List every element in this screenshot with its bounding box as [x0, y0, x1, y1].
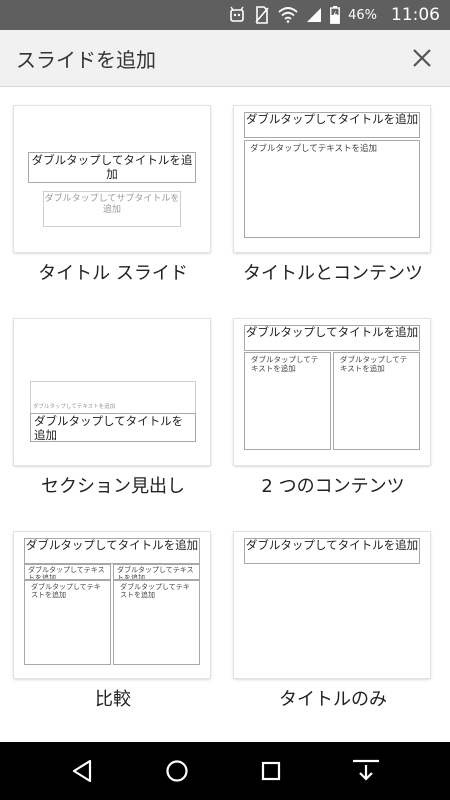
app-bar: スライドを追加 — [0, 30, 450, 87]
content-placeholder-left: ダブルタップしてテキストを追加 — [244, 352, 331, 450]
recents-button[interactable] — [251, 755, 291, 787]
heading-placeholder-right: ダブルタップしてテキストを追加 — [113, 564, 200, 580]
status-bar: 46% 11:06 — [0, 0, 450, 30]
hide-keyboard-button[interactable] — [346, 755, 386, 787]
text-placeholder: ダブルタップしてテキストを追加 — [30, 381, 196, 414]
layout-title-only[interactable]: ダブルタップしてタイトルを追加 タイトルのみ — [226, 528, 440, 740]
android-debug-icon — [228, 6, 246, 24]
title-placeholder: ダブルタップしてタイトルを追加 — [28, 152, 196, 183]
layout-thumbnail: ダブルタップしてタイトルを追加 ダブルタップしてテキストを追加 — [234, 106, 430, 252]
layout-thumbnail: ダブルタップしてタイトルを追加 ダブルタップしてテキストを追加 ダブルタップして… — [14, 532, 210, 678]
layout-label: 2 つのコンテンツ — [261, 476, 405, 497]
recents-icon — [261, 761, 281, 781]
content-placeholder: ダブルタップしてテキストを追加 — [244, 140, 420, 238]
title-placeholder: ダブルタップしてタイトルを追加 — [30, 413, 196, 442]
home-button[interactable] — [157, 755, 197, 787]
close-button[interactable] — [404, 40, 440, 76]
no-sim-icon — [254, 6, 270, 24]
battery-percent: 46% — [348, 7, 377, 23]
layout-label: セクション見出し — [41, 476, 185, 497]
navigation-bar — [0, 742, 450, 800]
back-button[interactable] — [62, 755, 102, 787]
layout-thumbnail: ダブルタップしてタイトルを追加 ダブルタップしてテキストを追加 ダブルタップして… — [234, 319, 430, 465]
close-icon — [413, 49, 431, 67]
content-placeholder-right: ダブルタップしてテキストを追加 — [333, 352, 420, 450]
subtitle-placeholder: ダブルタップしてサブタイトルを追加 — [43, 191, 181, 227]
layout-title-slide[interactable]: ダブルタップしてタイトルを追加 ダブルタップしてサブタイトルを追加 タイトル ス… — [6, 102, 220, 314]
content-placeholder-right: ダブルタップしてテキストを追加 — [113, 580, 200, 665]
clock: 11:06 — [391, 5, 440, 25]
layout-comparison[interactable]: ダブルタップしてタイトルを追加 ダブルタップしてテキストを追加 ダブルタップして… — [6, 528, 220, 740]
title-placeholder: ダブルタップしてタイトルを追加 — [24, 538, 200, 564]
layout-label: 比較 — [95, 689, 131, 710]
title-placeholder: ダブルタップしてタイトルを追加 — [244, 325, 420, 351]
home-icon — [166, 760, 188, 782]
heading-placeholder-left: ダブルタップしてテキストを追加 — [24, 564, 111, 580]
layout-section-header[interactable]: ダブルタップしてテキストを追加 ダブルタップしてタイトルを追加 セクション見出し — [6, 315, 220, 527]
layout-thumbnail: ダブルタップしてタイトルを追加 — [234, 532, 430, 678]
layout-label: タイトルのみ — [279, 689, 387, 710]
title-placeholder: ダブルタップしてタイトルを追加 — [244, 538, 420, 564]
layout-thumbnail: ダブルタップしてテキストを追加 ダブルタップしてタイトルを追加 — [14, 319, 210, 465]
keyboard-hide-icon — [353, 759, 379, 781]
wifi-icon — [278, 7, 298, 23]
signal-icon — [306, 7, 322, 23]
back-icon — [72, 759, 92, 783]
battery-charging-icon — [330, 6, 340, 24]
layout-title-and-content[interactable]: ダブルタップしてタイトルを追加 ダブルタップしてテキストを追加 タイトルとコンテ… — [226, 102, 440, 314]
status-icons: 46% 11:06 — [228, 0, 440, 30]
page-title: スライドを追加 — [16, 48, 156, 72]
title-placeholder: ダブルタップしてタイトルを追加 — [244, 112, 420, 138]
content-placeholder-left: ダブルタップしてテキストを追加 — [24, 580, 111, 665]
layout-two-content[interactable]: ダブルタップしてタイトルを追加 ダブルタップしてテキストを追加 ダブルタップして… — [226, 315, 440, 527]
layout-thumbnail: ダブルタップしてタイトルを追加 ダブルタップしてサブタイトルを追加 — [14, 106, 210, 252]
layout-label: タイトル スライド — [38, 263, 188, 284]
layout-label: タイトルとコンテンツ — [243, 263, 423, 284]
